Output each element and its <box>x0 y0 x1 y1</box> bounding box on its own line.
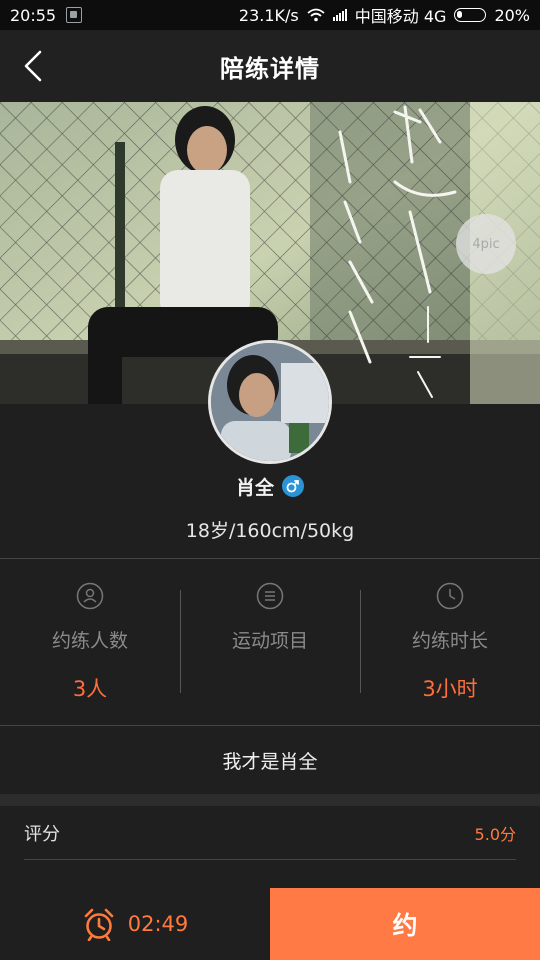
bottom-bar: 02:49 约 <box>0 888 540 960</box>
nav-bar: 陪练详情 <box>0 30 540 102</box>
pic-count-badge[interactable]: 4pic <box>456 214 516 274</box>
avatar[interactable] <box>208 340 332 464</box>
stat-participants: 约练人数 3人 <box>0 560 180 725</box>
clock-icon <box>436 582 464 610</box>
rating-value: 5.0分 <box>474 824 516 844</box>
name-row: 肖全 <box>0 472 540 500</box>
battery-percent: 20% <box>494 5 530 25</box>
user-meta: 18岁/160cm/50kg <box>185 520 355 542</box>
carrier-label: 中国移动 4G <box>354 7 447 26</box>
stats-section: 约练人数 3人 运动项目 约练时长 3小时 <box>0 560 540 725</box>
stat-value: 3小时 <box>422 677 478 701</box>
stat-value: 3人 <box>72 677 108 701</box>
timer-area: 02:49 <box>0 888 270 960</box>
stat-label: 约练时长 <box>411 630 488 652</box>
timer-text: 02:49 <box>127 912 189 936</box>
stat-label: 约练人数 <box>51 630 128 652</box>
male-icon <box>282 475 304 497</box>
battery-icon <box>454 8 487 22</box>
section-gap <box>0 794 540 806</box>
status-time: 20:55 <box>10 5 57 25</box>
signal-icon <box>332 9 347 21</box>
alarm-clock-icon <box>84 908 114 941</box>
bio-text: 我才是肖全 <box>222 750 318 773</box>
stat-sport: 运动项目 <box>180 560 360 725</box>
stat-duration: 约练时长 3小时 <box>360 560 540 725</box>
status-bar: 20:55 23.1K/s 中国移动 4G 20% <box>0 0 540 30</box>
person-icon <box>76 582 104 610</box>
stat-label: 运动项目 <box>231 630 308 652</box>
list-icon <box>256 582 284 610</box>
wifi-icon <box>307 8 325 22</box>
user-name: 肖全 <box>235 476 274 499</box>
divider <box>0 558 540 559</box>
rating-row: 评分 5.0分 <box>24 806 516 860</box>
rating-label: 评分 <box>24 823 60 845</box>
back-arrow-icon[interactable] <box>18 48 54 84</box>
book-button[interactable]: 约 <box>270 888 540 960</box>
avatar-photo <box>211 343 329 461</box>
network-speed: 23.1K/s <box>238 5 299 25</box>
page-title: 陪练详情 <box>220 54 320 83</box>
sim-icon <box>66 7 83 23</box>
